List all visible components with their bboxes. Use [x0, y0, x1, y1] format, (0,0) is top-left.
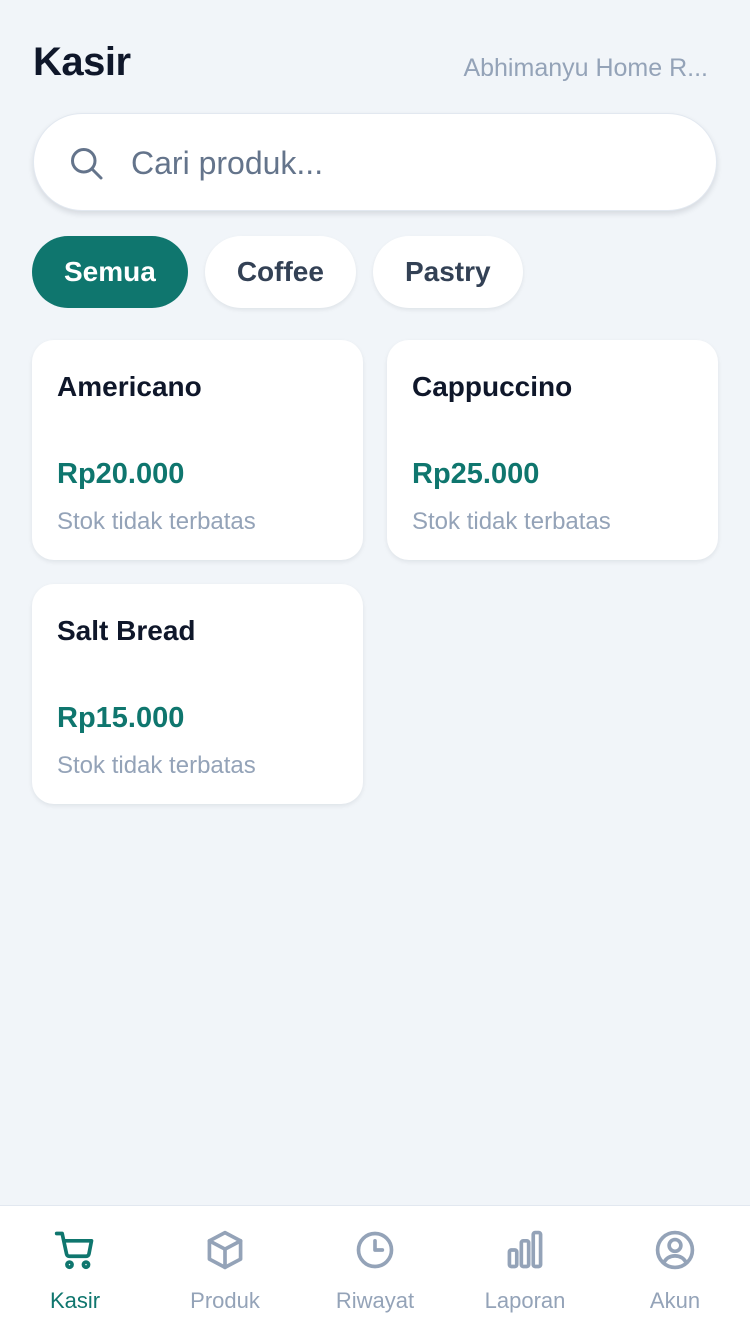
tab-label: Laporan — [484, 1288, 566, 1313]
cart-icon — [54, 1231, 94, 1270]
page-title: Kasir — [33, 40, 131, 84]
tab-kasir[interactable]: Kasir — [0, 1206, 150, 1334]
cashier-screen: Kasir Abhimanyu Home R... Semua Coffee P… — [0, 0, 750, 1334]
product-price: Rp25.000 — [412, 458, 540, 490]
header: Kasir Abhimanyu Home R... — [0, 0, 750, 115]
product-price: Rp15.000 — [57, 702, 185, 734]
bottom-tab-bar: Kasir Produk Riwayat Laporan Akun — [0, 1205, 750, 1334]
category-filter: Semua Coffee Pastry — [32, 236, 523, 308]
product-card-americano[interactable]: Americano Rp20.000 Stok tidak terbatas — [32, 340, 363, 560]
tab-akun[interactable]: Akun — [600, 1206, 750, 1334]
product-name: Americano — [57, 371, 202, 402]
clock-icon — [356, 1231, 394, 1269]
search-bar[interactable] — [33, 113, 717, 211]
product-card-salt-bread[interactable]: Salt Bread Rp15.000 Stok tidak terbatas — [32, 584, 363, 804]
tab-label: Riwayat — [335, 1288, 415, 1313]
product-stock: Stok tidak terbatas — [57, 752, 256, 779]
tab-label: Kasir — [49, 1288, 101, 1313]
bar-chart-icon — [507, 1230, 543, 1269]
product-name: Cappuccino — [412, 371, 573, 402]
user-circle-icon — [655, 1230, 695, 1270]
tab-label: Akun — [649, 1288, 701, 1313]
box-icon — [207, 1230, 243, 1270]
category-chip-coffee[interactable]: Coffee — [204, 236, 356, 308]
search-input[interactable] — [131, 138, 691, 188]
tab-produk[interactable]: Produk — [150, 1206, 300, 1334]
tab-riwayat[interactable]: Riwayat — [300, 1206, 450, 1334]
tab-laporan[interactable]: Laporan — [450, 1206, 600, 1334]
product-price: Rp20.000 — [57, 458, 185, 490]
product-card-cappuccino[interactable]: Cappuccino Rp25.000 Stok tidak terbatas — [387, 340, 718, 560]
category-chip-pastry[interactable]: Pastry — [372, 236, 523, 308]
product-stock: Stok tidak terbatas — [57, 508, 256, 535]
tab-label: Produk — [190, 1288, 260, 1313]
product-name: Salt Bread — [57, 615, 196, 646]
search-icon — [71, 148, 103, 180]
product-stock: Stok tidak terbatas — [412, 508, 611, 535]
store-name[interactable]: Abhimanyu Home R... — [463, 54, 708, 83]
category-chip-semua[interactable]: Semua — [32, 236, 188, 308]
